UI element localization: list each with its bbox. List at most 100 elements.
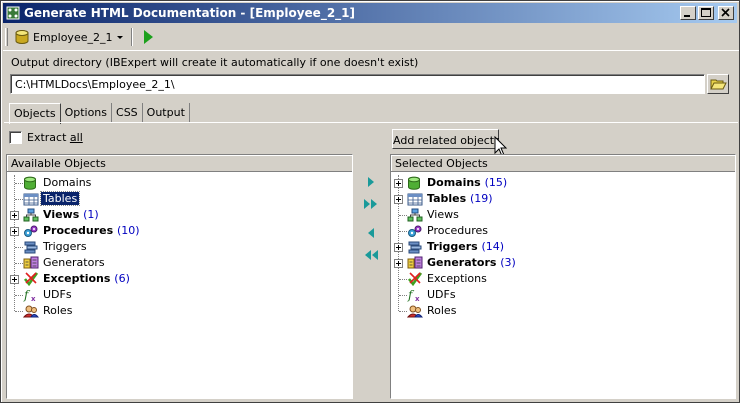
expand-plus-icon[interactable] (394, 243, 403, 252)
available-objects-tree: Domains Tables Views (1) Procedures (10) Tri… (7, 175, 352, 319)
svg-text:x: x (415, 295, 420, 302)
domains-icon (407, 176, 423, 190)
selected-tree-item-domains[interactable]: Domains (15) (391, 175, 735, 191)
selected-tree-item-triggers[interactable]: Triggers (14) (391, 239, 735, 255)
extract-all-label: Extract all (27, 131, 83, 144)
title-bar[interactable]: Generate HTML Documentation - [Employee_… (3, 3, 737, 23)
available-objects-panel[interactable]: Available Objects Domains Tables Views (1)… (6, 154, 353, 399)
svg-text:f: f (23, 288, 31, 302)
tab-css[interactable]: CSS (112, 103, 143, 123)
maximize-icon (701, 8, 711, 17)
add-all-button[interactable] (361, 195, 381, 213)
extract-all-checkbox[interactable] (9, 131, 22, 144)
remove-selected-button[interactable] (361, 224, 381, 242)
arrow-right-icon (368, 177, 374, 187)
selected-objects-panel[interactable]: Selected Objects Domains (15) Tables (19)… (390, 154, 736, 399)
tab-output[interactable]: Output (143, 103, 190, 123)
tab-divider (4, 122, 738, 123)
toolbar-divider (3, 50, 739, 51)
triggers-icon (23, 240, 39, 254)
available-tree-item-generators[interactable]: Generators (7, 255, 352, 271)
available-tree-item-udfs[interactable]: f x UDFs (7, 287, 352, 303)
minimize-button[interactable] (680, 6, 696, 20)
tab-objects[interactable]: Objects (9, 103, 61, 124)
expand-plus-icon[interactable] (10, 211, 19, 220)
roles-icon (22, 304, 40, 318)
svg-text:x: x (31, 295, 36, 302)
expand-plus-icon[interactable] (10, 227, 19, 236)
available-tree-item-domains[interactable]: Domains (7, 175, 352, 191)
tree-item-label: Roles (427, 304, 457, 317)
available-tree-item-views[interactable]: Views (1) (7, 207, 352, 223)
generators-icon (23, 256, 39, 270)
selected-tree-item-generators[interactable]: Generators (3) (391, 255, 735, 271)
tree-item-label: Exceptions (6) (43, 272, 130, 285)
close-button[interactable] (718, 6, 734, 20)
maximize-button[interactable] (698, 6, 714, 20)
tab-bar: Objects Options CSS Output (9, 103, 190, 124)
available-tree-item-tables[interactable]: Tables (7, 191, 352, 207)
exceptions-icon (407, 272, 423, 287)
tree-item-label: Views (1) (43, 208, 99, 221)
database-selector[interactable]: Employee_2_1 (12, 27, 126, 47)
selected-objects-tree: Domains (15) Tables (19) Views Procedures Tr… (391, 175, 735, 319)
selected-tree-item-exceptions[interactable]: Exceptions (391, 271, 735, 287)
double-arrow-right-icon (364, 199, 377, 209)
run-button[interactable] (138, 27, 158, 47)
tree-item-label: Generators (3) (427, 256, 516, 269)
svg-text:f: f (407, 288, 415, 302)
item-count: (19) (470, 192, 493, 205)
toolbar-separator (131, 28, 134, 46)
triggers-icon (407, 240, 423, 254)
toolbar-grip[interactable] (5, 28, 8, 46)
database-icon (15, 30, 29, 44)
selected-tree-item-udfs[interactable]: f x UDFs (391, 287, 735, 303)
add-selected-button[interactable] (361, 173, 381, 191)
tree-item-label: Tables (39, 191, 81, 206)
tree-branch-line (399, 279, 407, 280)
tree-branch-line (15, 311, 23, 312)
tree-branch-line (399, 231, 407, 232)
procedures-icon (407, 224, 423, 238)
tree-item-label: Domains (43, 176, 92, 189)
available-tree-item-roles[interactable]: Roles (7, 303, 352, 319)
tree-item-label: Domains (15) (427, 176, 508, 189)
add-related-objects-button[interactable]: Add related objects (392, 129, 500, 149)
selected-tree-item-tables[interactable]: Tables (19) (391, 191, 735, 207)
tree-branch-line (15, 247, 23, 248)
available-tree-item-exceptions[interactable]: Exceptions (6) (7, 271, 352, 287)
udfs-icon: fx (23, 288, 39, 303)
item-count: (14) (481, 240, 505, 253)
item-count: (1) (83, 208, 99, 221)
tree-branch-line (15, 263, 23, 264)
tree-branch-line (399, 295, 407, 296)
extract-all-option[interactable]: Extract all (9, 131, 83, 144)
available-tree-item-triggers[interactable]: Triggers (7, 239, 352, 255)
selected-tree-item-procedures[interactable]: Procedures (391, 223, 735, 239)
generators-icon (407, 256, 423, 270)
minimize-icon (684, 15, 690, 17)
item-count: (3) (500, 256, 516, 269)
tree-item-label: Tables (19) (427, 192, 493, 205)
close-icon (721, 8, 730, 17)
item-count: (10) (117, 224, 140, 237)
tab-options[interactable]: Options (61, 103, 113, 123)
tree-item-label: UDFs (43, 288, 72, 301)
tree-item-label: Views (427, 208, 459, 221)
views-icon (407, 208, 423, 222)
selected-tree-item-views[interactable]: Views (391, 207, 735, 223)
browse-button[interactable] (707, 74, 729, 94)
tree-item-label: Procedures (10) (43, 224, 140, 237)
expand-plus-icon[interactable] (394, 259, 403, 268)
tables-icon (23, 192, 39, 206)
output-directory-input[interactable] (10, 74, 705, 94)
tree-item-label: Procedures (427, 224, 488, 237)
views-icon (23, 208, 39, 222)
tree-item-label: UDFs (427, 288, 456, 301)
selected-tree-item-roles[interactable]: Roles (391, 303, 735, 319)
expand-plus-icon[interactable] (394, 195, 403, 204)
expand-plus-icon[interactable] (394, 179, 403, 188)
expand-plus-icon[interactable] (10, 275, 19, 284)
available-tree-item-procedures[interactable]: Procedures (10) (7, 223, 352, 239)
remove-all-button[interactable] (361, 246, 381, 264)
